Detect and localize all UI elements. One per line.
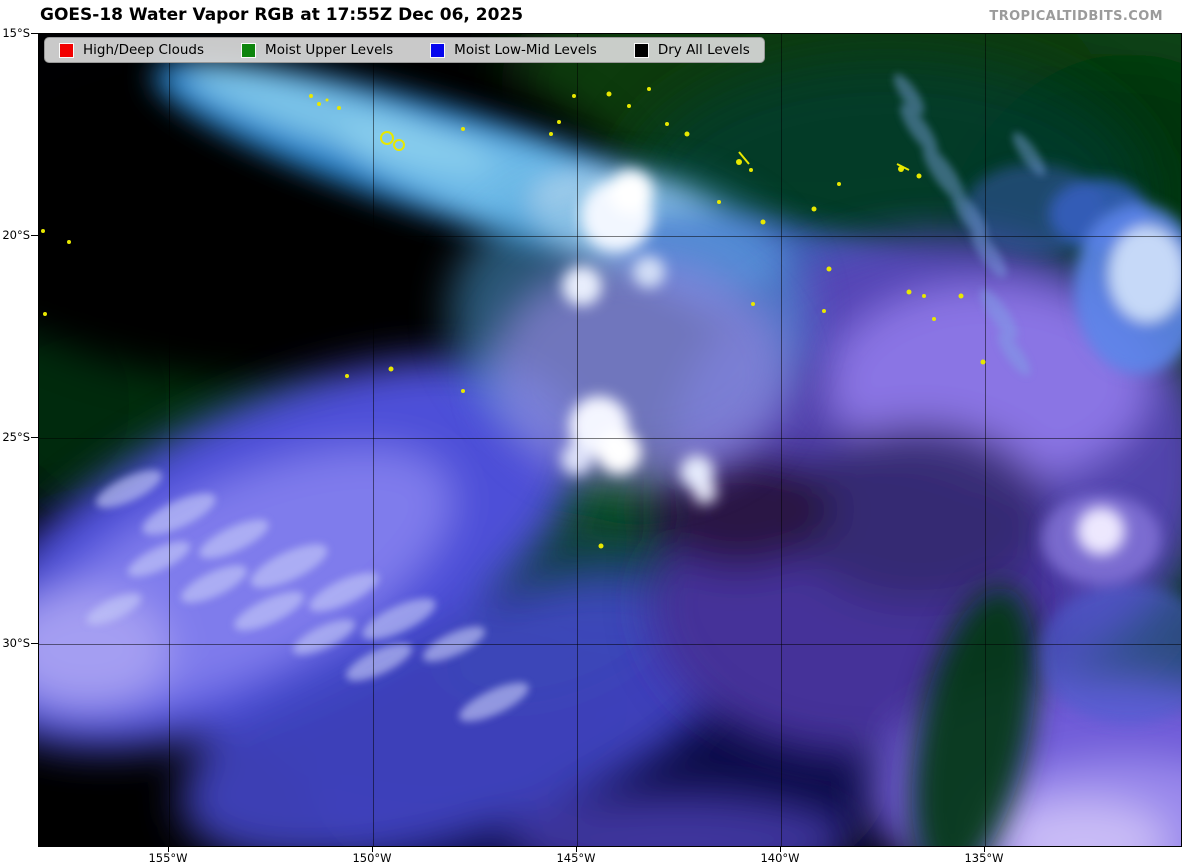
lat-tick bbox=[31, 437, 38, 438]
legend: High/Deep Clouds Moist Upper Levels Mois… bbox=[44, 37, 765, 63]
page: GOES-18 Water Vapor RGB at 17:55Z Dec 06… bbox=[0, 0, 1200, 867]
legend-label: Dry All Levels bbox=[658, 42, 750, 58]
legend-label: Moist Low-Mid Levels bbox=[454, 42, 597, 58]
lat-tick bbox=[31, 643, 38, 644]
legend-swatch-green bbox=[241, 43, 256, 58]
satellite-map bbox=[38, 33, 1182, 847]
lon-label-135w: 135°W bbox=[954, 851, 1014, 865]
legend-item-dry: Dry All Levels bbox=[634, 42, 750, 58]
legend-label: High/Deep Clouds bbox=[83, 42, 204, 58]
legend-label: Moist Upper Levels bbox=[265, 42, 393, 58]
legend-swatch-black bbox=[634, 43, 649, 58]
legend-item-moist-upper: Moist Upper Levels bbox=[241, 42, 393, 58]
lat-tick bbox=[31, 33, 38, 34]
lon-label-140w: 140°W bbox=[750, 851, 810, 865]
lat-label-15s: 15°S bbox=[0, 25, 30, 41]
lon-label-155w: 155°W bbox=[138, 851, 198, 865]
lon-label-150w: 150°W bbox=[342, 851, 402, 865]
lon-label-145w: 145°W bbox=[546, 851, 606, 865]
legend-swatch-red bbox=[59, 43, 74, 58]
lat-tick bbox=[31, 235, 38, 236]
lat-label-30s: 30°S bbox=[0, 635, 30, 651]
legend-item-high-deep-clouds: High/Deep Clouds bbox=[59, 42, 204, 58]
page-title: GOES-18 Water Vapor RGB at 17:55Z Dec 06… bbox=[40, 5, 523, 25]
satellite-imagery bbox=[39, 34, 1181, 846]
legend-item-moist-lowmid: Moist Low-Mid Levels bbox=[430, 42, 597, 58]
watermark: TROPICALTIDBITS.COM bbox=[989, 9, 1163, 24]
lat-label-25s: 25°S bbox=[0, 429, 30, 445]
lat-label-20s: 20°S bbox=[0, 227, 30, 243]
legend-swatch-blue bbox=[430, 43, 445, 58]
